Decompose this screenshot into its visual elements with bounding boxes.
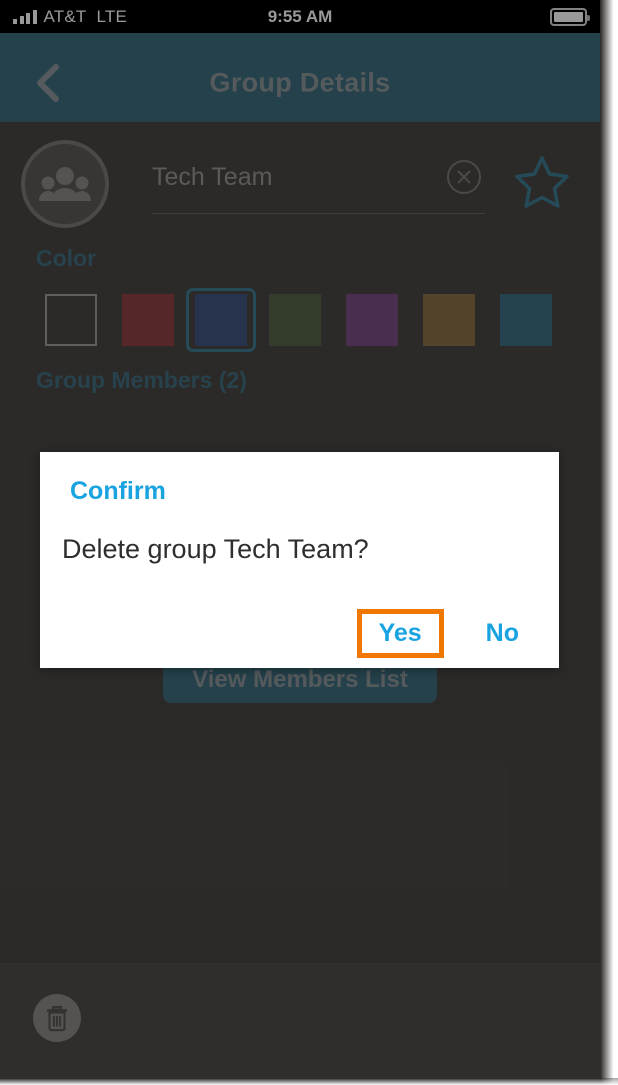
page-edge-bottom bbox=[0, 1078, 618, 1085]
dialog-message: Delete group Tech Team? bbox=[62, 534, 369, 564]
confirm-yes-button[interactable]: Yes bbox=[356, 609, 444, 658]
dialog-title: Confirm bbox=[70, 477, 166, 505]
page-edge-right bbox=[600, 0, 618, 1085]
phone-screen: Color Group Members (2) bbox=[0, 0, 618, 1085]
dialog-actions: Yes No bbox=[356, 609, 541, 658]
confirm-dialog: Confirm Delete group Tech Team? Yes No bbox=[40, 452, 559, 668]
confirm-no-button[interactable]: No bbox=[464, 609, 541, 658]
